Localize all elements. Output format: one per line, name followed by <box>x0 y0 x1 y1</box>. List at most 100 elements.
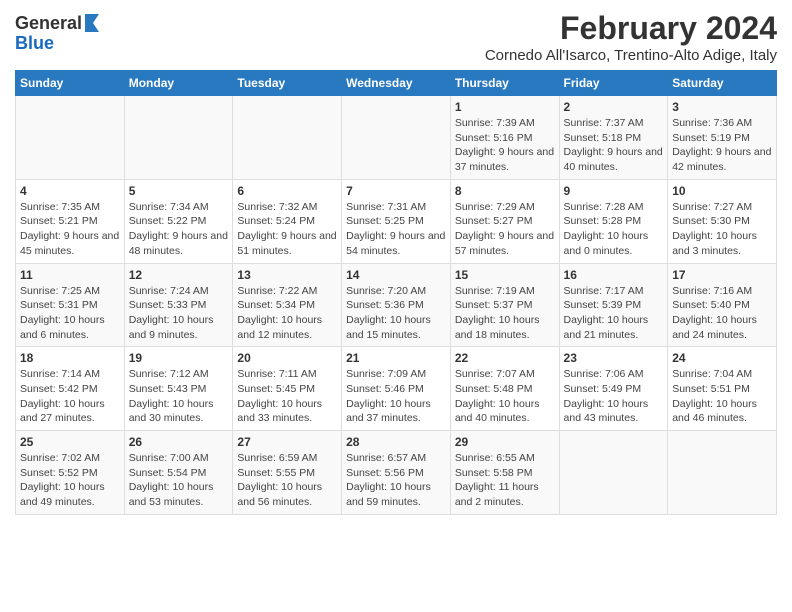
day-info: Sunrise: 7:34 AM Sunset: 5:22 PM Dayligh… <box>129 200 229 259</box>
location-subtitle: Cornedo All'Isarco, Trentino-Alto Adige,… <box>485 47 777 64</box>
day-number: 7 <box>346 184 446 198</box>
day-info: Sunrise: 7:35 AM Sunset: 5:21 PM Dayligh… <box>20 200 120 259</box>
calendar-cell: 6 Sunrise: 7:32 AM Sunset: 5:24 PM Daylig… <box>233 179 342 263</box>
day-info: Sunrise: 7:25 AM Sunset: 5:31 PM Dayligh… <box>20 284 120 343</box>
day-info: Sunrise: 7:37 AM Sunset: 5:18 PM Dayligh… <box>564 116 664 175</box>
calendar-cell: 17 Sunrise: 7:16 AM Sunset: 5:40 PM Dayli… <box>668 263 777 347</box>
calendar-cell: 9 Sunrise: 7:28 AM Sunset: 5:28 PM Daylig… <box>559 179 668 263</box>
day-number: 2 <box>564 100 664 114</box>
header: General Blue February 2024 Cornedo All'I… <box>15 10 777 64</box>
logo-blue-text: Blue <box>15 33 54 53</box>
calendar-cell <box>16 96 125 180</box>
day-info: Sunrise: 7:39 AM Sunset: 5:16 PM Dayligh… <box>455 116 555 175</box>
day-number: 27 <box>237 435 337 449</box>
day-info: Sunrise: 7:11 AM Sunset: 5:45 PM Dayligh… <box>237 367 337 426</box>
day-info: Sunrise: 7:09 AM Sunset: 5:46 PM Dayligh… <box>346 367 446 426</box>
calendar-cell <box>124 96 233 180</box>
calendar-cell: 4Sunrise: 7:35 AM Sunset: 5:21 PM Daylig… <box>16 179 125 263</box>
day-info: Sunrise: 7:24 AM Sunset: 5:33 PM Dayligh… <box>129 284 229 343</box>
day-info: Sunrise: 7:02 AM Sunset: 5:52 PM Dayligh… <box>20 451 120 510</box>
calendar-cell: 29Sunrise: 6:55 AM Sunset: 5:58 PM Dayli… <box>450 431 559 515</box>
day-info: Sunrise: 7:22 AM Sunset: 5:34 PM Dayligh… <box>237 284 337 343</box>
calendar-cell: 26Sunrise: 7:00 AM Sunset: 5:54 PM Dayli… <box>124 431 233 515</box>
day-info: Sunrise: 7:31 AM Sunset: 5:25 PM Dayligh… <box>346 200 446 259</box>
title-area: February 2024 Cornedo All'Isarco, Trenti… <box>485 10 777 64</box>
weekday-header-tuesday: Tuesday <box>233 71 342 96</box>
day-number: 5 <box>129 184 229 198</box>
calendar-table: SundayMondayTuesdayWednesdayThursdayFrid… <box>15 70 777 515</box>
day-info: Sunrise: 7:07 AM Sunset: 5:48 PM Dayligh… <box>455 367 555 426</box>
day-number: 28 <box>346 435 446 449</box>
weekday-header-friday: Friday <box>559 71 668 96</box>
calendar-week-1: 1 Sunrise: 7:39 AM Sunset: 5:16 PM Daylig… <box>16 96 777 180</box>
calendar-cell <box>559 431 668 515</box>
calendar-cell <box>233 96 342 180</box>
calendar-cell: 28 Sunrise: 6:57 AM Sunset: 5:56 PM Dayli… <box>342 431 451 515</box>
calendar-cell: 21 Sunrise: 7:09 AM Sunset: 5:46 PM Dayli… <box>342 347 451 431</box>
day-info: Sunrise: 7:32 AM Sunset: 5:24 PM Dayligh… <box>237 200 337 259</box>
calendar-cell: 14Sunrise: 7:20 AM Sunset: 5:36 PM Dayli… <box>342 263 451 347</box>
calendar-cell: 15Sunrise: 7:19 AM Sunset: 5:37 PM Dayli… <box>450 263 559 347</box>
day-info: Sunrise: 7:36 AM Sunset: 5:19 PM Dayligh… <box>672 116 772 175</box>
day-number: 8 <box>455 184 555 198</box>
day-info: Sunrise: 7:27 AM Sunset: 5:30 PM Dayligh… <box>672 200 772 259</box>
calendar-cell: 7 Sunrise: 7:31 AM Sunset: 5:25 PM Daylig… <box>342 179 451 263</box>
day-number: 3 <box>672 100 772 114</box>
day-number: 9 <box>564 184 664 198</box>
weekday-header-monday: Monday <box>124 71 233 96</box>
day-number: 22 <box>455 351 555 365</box>
day-number: 6 <box>237 184 337 198</box>
calendar-cell: 2 Sunrise: 7:37 AM Sunset: 5:18 PM Daylig… <box>559 96 668 180</box>
day-number: 17 <box>672 268 772 282</box>
day-info: Sunrise: 7:29 AM Sunset: 5:27 PM Dayligh… <box>455 200 555 259</box>
day-info: Sunrise: 7:20 AM Sunset: 5:36 PM Dayligh… <box>346 284 446 343</box>
calendar-cell: 3 Sunrise: 7:36 AM Sunset: 5:19 PM Daylig… <box>668 96 777 180</box>
calendar-week-4: 18 Sunrise: 7:14 AM Sunset: 5:42 PM Dayli… <box>16 347 777 431</box>
calendar-cell: 8 Sunrise: 7:29 AM Sunset: 5:27 PM Daylig… <box>450 179 559 263</box>
calendar-body: 1 Sunrise: 7:39 AM Sunset: 5:16 PM Daylig… <box>16 96 777 515</box>
day-info: Sunrise: 6:55 AM Sunset: 5:58 PM Dayligh… <box>455 451 555 510</box>
weekday-header-row: SundayMondayTuesdayWednesdayThursdayFrid… <box>16 71 777 96</box>
day-info: Sunrise: 7:28 AM Sunset: 5:28 PM Dayligh… <box>564 200 664 259</box>
day-number: 12 <box>129 268 229 282</box>
calendar-cell: 1 Sunrise: 7:39 AM Sunset: 5:16 PM Daylig… <box>450 96 559 180</box>
weekday-header-thursday: Thursday <box>450 71 559 96</box>
day-number: 13 <box>237 268 337 282</box>
calendar-cell <box>668 431 777 515</box>
day-number: 15 <box>455 268 555 282</box>
calendar-cell: 13 Sunrise: 7:22 AM Sunset: 5:34 PM Dayli… <box>233 263 342 347</box>
calendar-cell: 22 Sunrise: 7:07 AM Sunset: 5:48 PM Dayli… <box>450 347 559 431</box>
weekday-header-wednesday: Wednesday <box>342 71 451 96</box>
calendar-cell: 20Sunrise: 7:11 AM Sunset: 5:45 PM Dayli… <box>233 347 342 431</box>
day-info: Sunrise: 7:17 AM Sunset: 5:39 PM Dayligh… <box>564 284 664 343</box>
day-number: 23 <box>564 351 664 365</box>
day-number: 21 <box>346 351 446 365</box>
calendar-cell: 12 Sunrise: 7:24 AM Sunset: 5:33 PM Dayli… <box>124 263 233 347</box>
calendar-cell: 25Sunrise: 7:02 AM Sunset: 5:52 PM Dayli… <box>16 431 125 515</box>
calendar-cell: 5 Sunrise: 7:34 AM Sunset: 5:22 PM Daylig… <box>124 179 233 263</box>
calendar-week-5: 25Sunrise: 7:02 AM Sunset: 5:52 PM Dayli… <box>16 431 777 515</box>
day-info: Sunrise: 7:06 AM Sunset: 5:49 PM Dayligh… <box>564 367 664 426</box>
day-number: 26 <box>129 435 229 449</box>
day-number: 1 <box>455 100 555 114</box>
calendar-cell: 11Sunrise: 7:25 AM Sunset: 5:31 PM Dayli… <box>16 263 125 347</box>
calendar-cell: 10 Sunrise: 7:27 AM Sunset: 5:30 PM Dayli… <box>668 179 777 263</box>
day-info: Sunrise: 6:57 AM Sunset: 5:56 PM Dayligh… <box>346 451 446 510</box>
day-info: Sunrise: 7:04 AM Sunset: 5:51 PM Dayligh… <box>672 367 772 426</box>
day-info: Sunrise: 7:16 AM Sunset: 5:40 PM Dayligh… <box>672 284 772 343</box>
day-number: 18 <box>20 351 120 365</box>
logo-general-text: General <box>15 14 82 34</box>
month-title: February 2024 <box>485 10 777 47</box>
logo: General Blue <box>15 14 101 54</box>
calendar-cell: 18 Sunrise: 7:14 AM Sunset: 5:42 PM Dayli… <box>16 347 125 431</box>
day-number: 10 <box>672 184 772 198</box>
weekday-header-saturday: Saturday <box>668 71 777 96</box>
calendar-week-3: 11Sunrise: 7:25 AM Sunset: 5:31 PM Dayli… <box>16 263 777 347</box>
calendar-cell: 24 Sunrise: 7:04 AM Sunset: 5:51 PM Dayli… <box>668 347 777 431</box>
day-info: Sunrise: 7:14 AM Sunset: 5:42 PM Dayligh… <box>20 367 120 426</box>
day-number: 19 <box>129 351 229 365</box>
day-number: 24 <box>672 351 772 365</box>
calendar-week-2: 4Sunrise: 7:35 AM Sunset: 5:21 PM Daylig… <box>16 179 777 263</box>
calendar-header: SundayMondayTuesdayWednesdayThursdayFrid… <box>16 71 777 96</box>
calendar-cell: 23 Sunrise: 7:06 AM Sunset: 5:49 PM Dayli… <box>559 347 668 431</box>
